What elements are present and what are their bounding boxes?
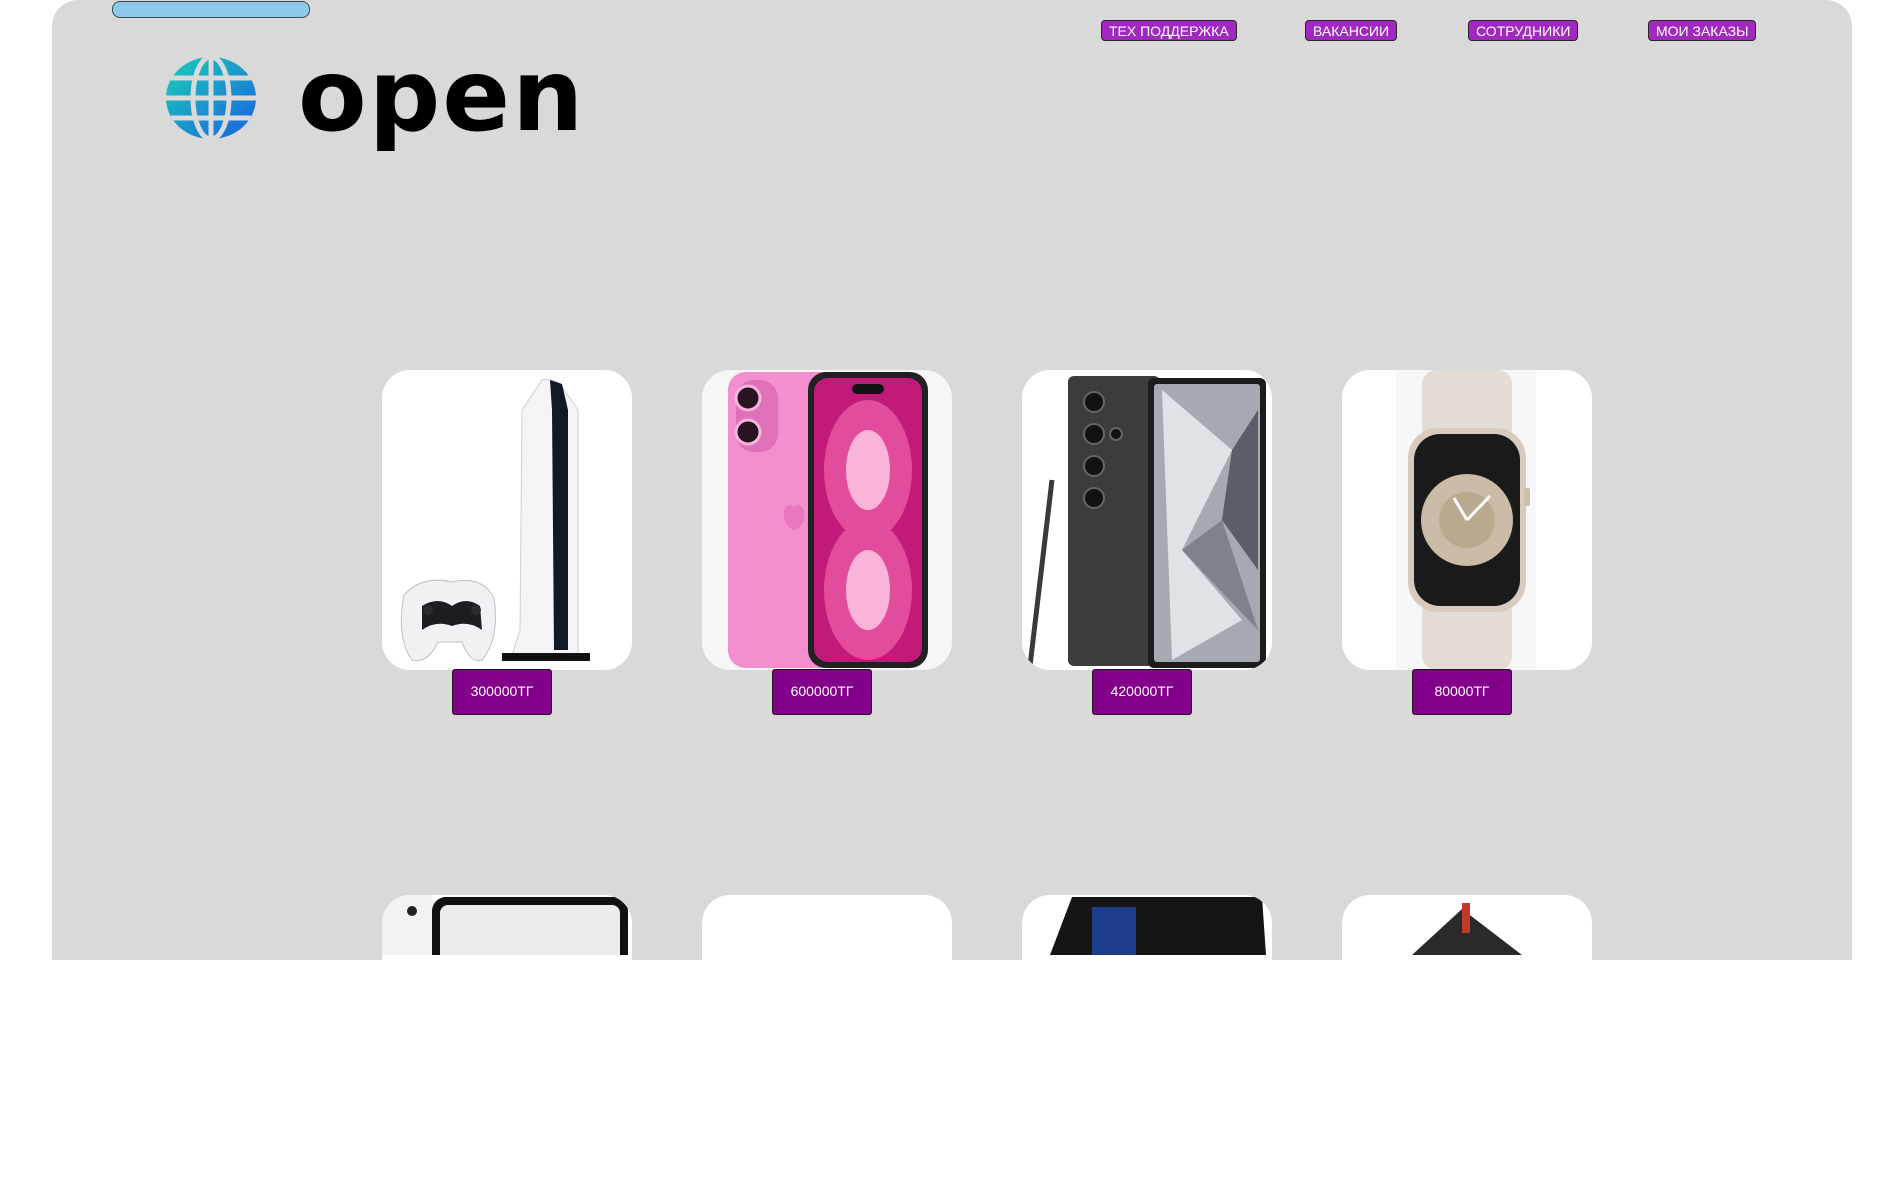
smartwatch-image [1396,370,1536,670]
tablet-image [382,895,628,955]
price-button-pink-phone[interactable]: 600000ТГ [772,669,872,715]
price-button-game-console[interactable]: 300000ТГ [452,669,552,715]
price-button-dark-phone[interactable]: 420000ТГ [1092,669,1192,715]
product-card-row2-1[interactable] [382,895,632,1195]
product-card-dark-phone[interactable] [1022,370,1272,670]
product-card-row2-3[interactable] [1022,895,1272,1195]
nav-employees-button[interactable]: СОТРУДНИКИ [1468,20,1579,41]
product-card-smartwatch[interactable] [1342,370,1592,670]
game-console-image [400,379,590,662]
nav-vacancies-button[interactable]: ВАКАНСИИ [1305,20,1398,41]
nav-my-orders-button[interactable]: МОИ ЗАКАЗЫ [1648,20,1757,41]
search-input[interactable] [112,1,310,18]
product-card-pink-phone[interactable] [702,370,952,670]
brand-logo-text[interactable]: open [298,36,585,156]
pink-phone-image [728,372,928,668]
globe-logo-icon [165,56,257,140]
price-button-smartwatch[interactable]: 80000ТГ [1412,669,1512,715]
dark-phone-image [1027,376,1266,668]
nav-tech-support-button[interactable]: ТЕХ ПОДДЕРЖКА [1101,20,1237,41]
product-card-row2-4[interactable] [1342,895,1592,1195]
product-card-row2-2[interactable] [702,895,952,1195]
product-card-game-console[interactable] [382,370,632,670]
pc-case-image [1050,897,1266,955]
speaker-image [1412,903,1522,955]
